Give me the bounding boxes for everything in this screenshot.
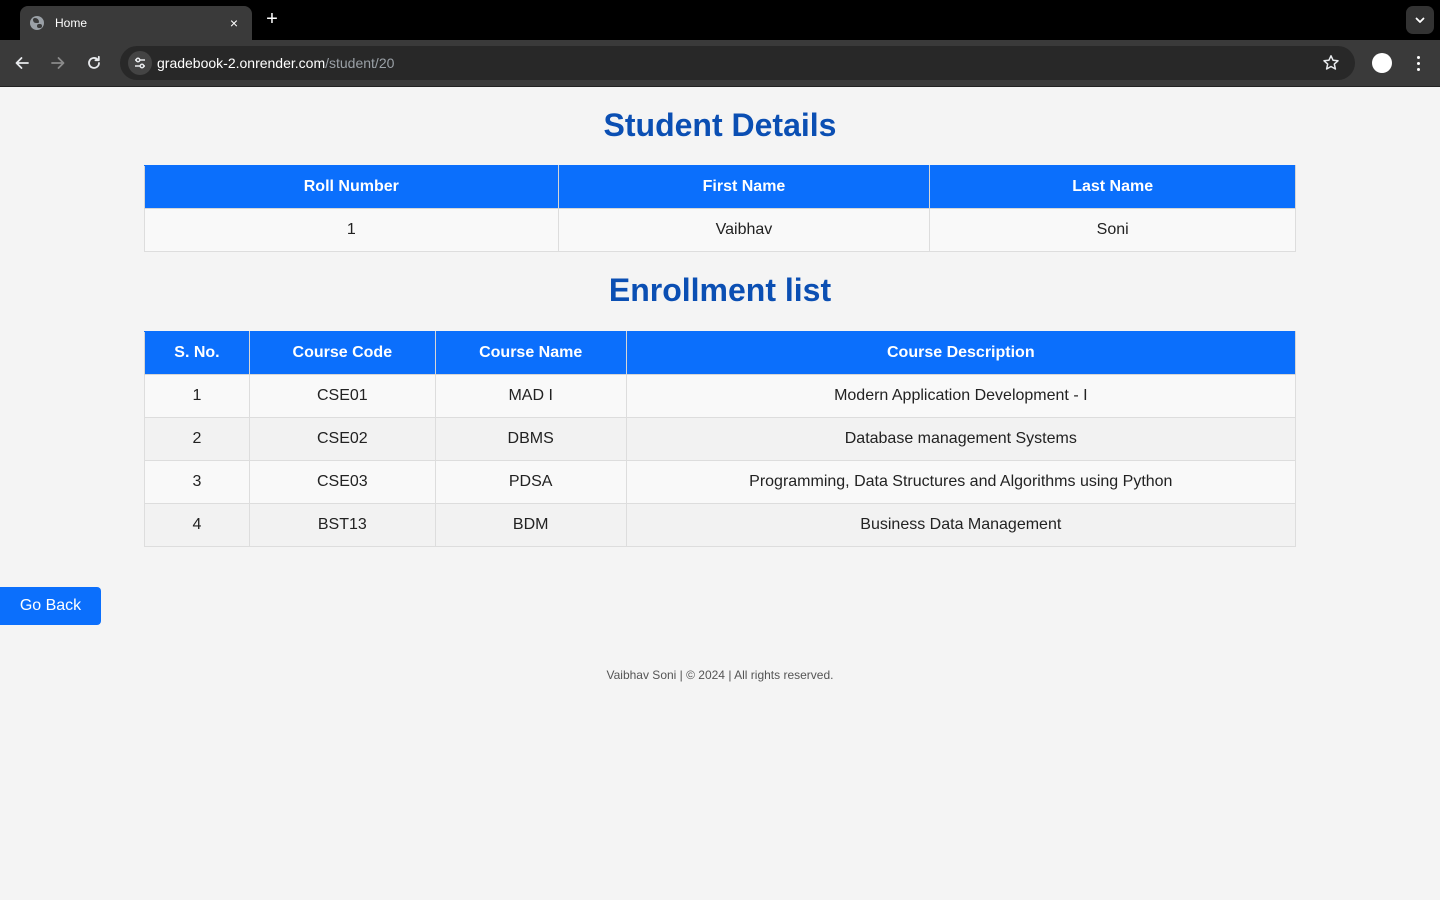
globe-icon bbox=[30, 16, 44, 30]
course-description-cell: Database management Systems bbox=[625, 417, 1297, 461]
serial-number-cell: 4 bbox=[144, 503, 250, 547]
browser-tab[interactable]: Home × bbox=[20, 6, 252, 40]
table-row: 1 Vaibhav Soni bbox=[144, 208, 1296, 252]
serial-number-cell: 1 bbox=[144, 374, 250, 418]
table-row: 2 CSE02 DBMS Database management Systems bbox=[144, 417, 1297, 461]
new-tab-icon[interactable]: + bbox=[262, 9, 282, 29]
student-details-table: Roll Number First Name Last Name 1 Vaibh… bbox=[144, 165, 1296, 252]
serial-number-cell: 2 bbox=[144, 417, 250, 461]
go-back-button[interactable]: Go Back bbox=[0, 587, 101, 625]
footer-text: Vaibhav Soni | © 2024 | All rights reser… bbox=[606, 668, 834, 682]
arrow-right-icon bbox=[51, 57, 65, 69]
course-description-cell: Modern Application Development - I bbox=[625, 374, 1297, 418]
course-code-cell: CSE02 bbox=[248, 417, 436, 461]
header-course-name: Course Name bbox=[434, 331, 627, 375]
forward-button[interactable] bbox=[47, 52, 69, 74]
back-button[interactable] bbox=[11, 52, 33, 74]
arrow-left-icon bbox=[15, 57, 29, 69]
reload-icon bbox=[88, 55, 100, 69]
table-row: 4 BST13 BDM Business Data Management bbox=[144, 503, 1297, 547]
table-header-row: Roll Number First Name Last Name bbox=[144, 165, 1296, 209]
student-details-heading: Student Details bbox=[603, 107, 837, 143]
first-name-cell: Vaibhav bbox=[557, 208, 931, 252]
course-code-cell: BST13 bbox=[248, 503, 436, 547]
tab-search-button[interactable] bbox=[1406, 6, 1434, 34]
header-serial-number: S. No. bbox=[144, 331, 250, 375]
profile-avatar[interactable] bbox=[1372, 53, 1392, 73]
header-roll-number: Roll Number bbox=[144, 165, 559, 209]
tune-icon bbox=[135, 57, 145, 69]
url-text[interactable]: gradebook-2.onrender.com/student/20 bbox=[157, 55, 394, 71]
enrollment-table: S. No. Course Code Course Name Course De… bbox=[144, 331, 1297, 547]
course-name-cell: DBMS bbox=[434, 417, 627, 461]
site-info-button[interactable] bbox=[128, 51, 152, 75]
course-name-cell: BDM bbox=[434, 503, 627, 547]
reload-button[interactable] bbox=[83, 52, 105, 74]
header-course-description: Course Description bbox=[625, 331, 1297, 375]
course-name-cell: MAD I bbox=[434, 374, 627, 418]
address-bar[interactable]: gradebook-2.onrender.com/student/20 bbox=[120, 46, 1355, 80]
last-name-cell: Soni bbox=[929, 208, 1296, 252]
table-row: 3 CSE03 PDSA Programming, Data Structure… bbox=[144, 460, 1297, 504]
page-content: Student Details Roll Number First Name L… bbox=[0, 87, 1440, 900]
header-first-name: First Name bbox=[557, 165, 931, 209]
bookmark-star-icon[interactable] bbox=[1321, 53, 1341, 73]
chevron-down-icon bbox=[1415, 17, 1425, 23]
browser-menu-icon[interactable] bbox=[1410, 52, 1426, 74]
course-description-cell: Programming, Data Structures and Algorit… bbox=[625, 460, 1297, 504]
browser-tab-bar: Home × + bbox=[0, 0, 1440, 40]
serial-number-cell: 3 bbox=[144, 460, 250, 504]
url-path: /student/20 bbox=[325, 55, 395, 71]
enrollment-list-heading: Enrollment list bbox=[608, 272, 832, 308]
course-code-cell: CSE01 bbox=[248, 374, 436, 418]
browser-toolbar: gradebook-2.onrender.com/student/20 bbox=[0, 40, 1440, 87]
tab-title: Home bbox=[55, 16, 88, 30]
header-course-code: Course Code bbox=[248, 331, 436, 375]
table-header-row: S. No. Course Code Course Name Course De… bbox=[144, 331, 1297, 375]
course-name-cell: PDSA bbox=[434, 460, 627, 504]
roll-number-cell: 1 bbox=[144, 208, 559, 252]
header-last-name: Last Name bbox=[929, 165, 1296, 209]
url-domain: gradebook-2.onrender.com bbox=[157, 55, 326, 71]
tab-close-icon[interactable]: × bbox=[226, 15, 242, 31]
table-row: 1 CSE01 MAD I Modern Application Develop… bbox=[144, 374, 1297, 418]
course-description-cell: Business Data Management bbox=[625, 503, 1297, 547]
course-code-cell: CSE03 bbox=[248, 460, 436, 504]
